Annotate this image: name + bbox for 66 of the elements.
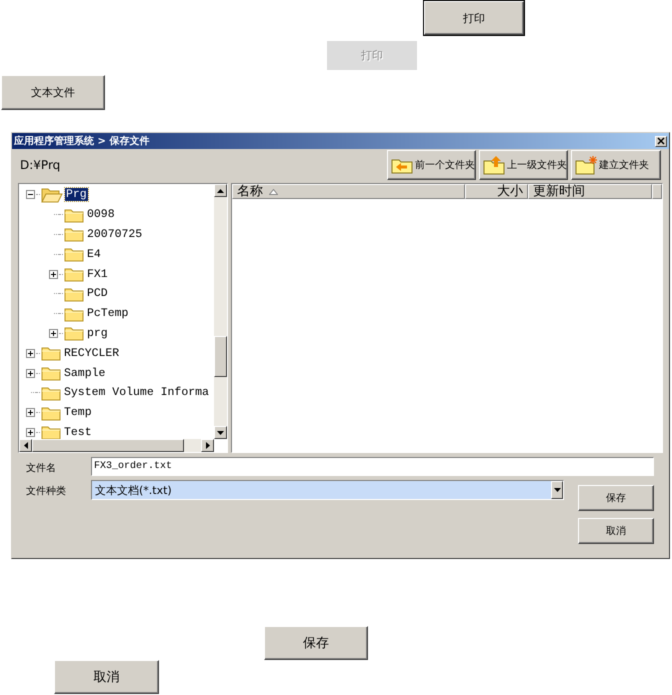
folder-icon bbox=[41, 384, 61, 401]
expand-icon[interactable] bbox=[26, 348, 35, 358]
folder-icon bbox=[64, 206, 84, 223]
save-button[interactable]: 保存 bbox=[578, 485, 654, 511]
text-file-button[interactable]: 文本文件 bbox=[1, 75, 105, 110]
expand-icon[interactable] bbox=[49, 270, 58, 279]
expand-icon[interactable] bbox=[49, 328, 58, 338]
folder-icon bbox=[64, 325, 84, 342]
dropdown-button[interactable] bbox=[551, 481, 563, 499]
save-button[interactable]: 保存 bbox=[264, 626, 368, 660]
tree-item[interactable]: Sample bbox=[63, 366, 106, 380]
right-arrow-icon bbox=[206, 442, 210, 449]
tree-item[interactable]: PcTemp bbox=[86, 307, 130, 320]
folder-icon bbox=[64, 286, 84, 302]
folder-icon bbox=[41, 345, 61, 362]
field-label: 文件名 bbox=[26, 462, 57, 475]
tree-item[interactable]: prg bbox=[86, 326, 109, 340]
down-arrow-icon bbox=[217, 430, 224, 434]
cancel-button[interactable]: 取消 bbox=[578, 518, 654, 544]
tree-item[interactable]: RECYCLER bbox=[63, 346, 120, 360]
tree-item[interactable]: Prg bbox=[65, 188, 88, 202]
folder-icon bbox=[41, 424, 61, 440]
tree-item[interactable]: FX1 bbox=[86, 268, 109, 281]
tree-item[interactable]: 0098 bbox=[86, 208, 116, 222]
open-folder-icon bbox=[41, 186, 63, 203]
folder-icon bbox=[64, 246, 84, 262]
vertical-scrollbar[interactable] bbox=[214, 184, 227, 439]
close-icon bbox=[657, 137, 665, 145]
folder-icon bbox=[41, 404, 61, 421]
scroll-thumb[interactable] bbox=[32, 439, 184, 452]
collapse-icon[interactable] bbox=[26, 190, 35, 200]
file-name-field[interactable]: FX3_order.txt bbox=[91, 457, 654, 476]
tree-item[interactable]: E4 bbox=[86, 248, 102, 261]
toolbar-button[interactable]: 前一个文件夹 bbox=[387, 150, 476, 180]
folder-icon bbox=[64, 226, 84, 242]
tree-item[interactable]: Temp bbox=[63, 406, 93, 420]
toolbar-button[interactable]: 上一级文件夹 bbox=[479, 150, 568, 180]
scroll-thumb[interactable] bbox=[214, 336, 227, 377]
path-label: D:¥Prq bbox=[20, 158, 60, 172]
folder-icon bbox=[64, 266, 84, 282]
column-header[interactable]: 更新时间 bbox=[528, 184, 652, 199]
cancel-button[interactable]: 取消 bbox=[54, 660, 159, 694]
close-button[interactable] bbox=[655, 136, 667, 146]
tree-item[interactable]: 20070725 bbox=[86, 228, 144, 241]
folder-icon bbox=[41, 365, 61, 382]
caret-icon bbox=[554, 488, 560, 492]
expand-icon[interactable] bbox=[26, 428, 35, 437]
tree-item[interactable]: System Volume Informa bbox=[63, 386, 210, 400]
toolbar-button[interactable]: 建立文件夹 bbox=[571, 150, 661, 180]
horizontal-scrollbar[interactable] bbox=[19, 439, 214, 452]
expand-icon[interactable] bbox=[26, 368, 35, 378]
left-arrow-icon bbox=[24, 442, 28, 449]
dropdown-value: 文本文档(*.txt) bbox=[94, 482, 172, 498]
up-arrow-icon bbox=[217, 188, 224, 192]
column-header[interactable]: 名称 bbox=[232, 184, 465, 199]
file-type-dropdown[interactable]: 文本文档(*.txt) bbox=[91, 480, 564, 500]
new-folder-icon bbox=[575, 155, 597, 175]
tree-item[interactable]: Test bbox=[63, 426, 93, 439]
folder-icon bbox=[64, 306, 84, 322]
column-header[interactable]: 大小 bbox=[465, 184, 528, 199]
expand-icon[interactable] bbox=[26, 408, 35, 418]
tree-item[interactable]: PCD bbox=[86, 287, 109, 300]
print-button[interactable]: 打印 bbox=[424, 1, 524, 35]
field-label: 文件种类 bbox=[26, 484, 67, 498]
folder-arrow-icon bbox=[483, 155, 505, 175]
window-title: 应用程序管理系统 > 保存文件 bbox=[14, 134, 150, 148]
